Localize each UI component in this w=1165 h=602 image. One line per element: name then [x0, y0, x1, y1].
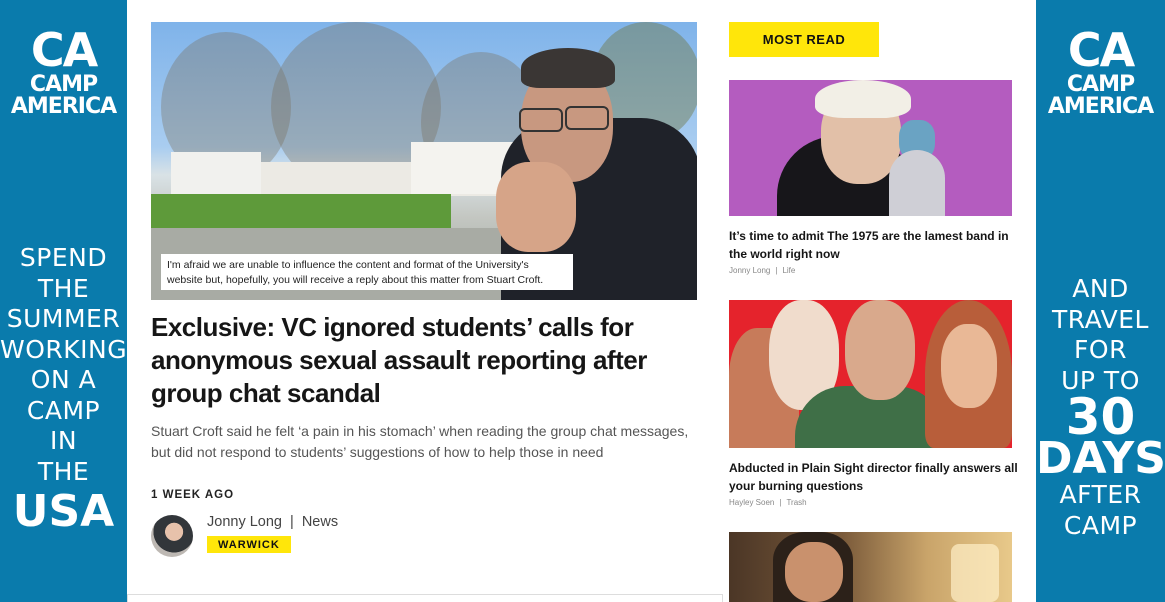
byline-separator: | — [290, 514, 294, 530]
left-advert[interactable]: CA CAMP AMERICA SPEND THE SUMMER WORKING… — [0, 0, 127, 602]
article-byline: Jonny Long | News — [207, 514, 338, 530]
most-read-section[interactable]: Life — [782, 266, 795, 275]
article-hero-image[interactable]: I'm afraid we are unable to influence th… — [151, 22, 697, 300]
most-read-title[interactable]: Abducted in Plain Sight director finally… — [729, 460, 1019, 495]
ad-line: TRAVEL — [1052, 304, 1149, 334]
ad-line: IN — [49, 426, 78, 455]
most-read-thumbnail[interactable] — [729, 80, 1012, 216]
ad-line: FOR — [1074, 335, 1127, 364]
section-name[interactable]: News — [302, 514, 338, 530]
article-standfirst: Stuart Croft said he felt ‘a pain in his… — [151, 423, 689, 460]
most-read-title[interactable]: It’s time to admit The 1975 are the lame… — [729, 228, 1019, 263]
most-read-meta: Jonny Long | Life — [729, 266, 795, 275]
divider — [127, 594, 723, 602]
left-ad-copy: SPEND THE SUMMER WORKING ON A CAMP IN TH… — [0, 243, 127, 537]
most-read-author[interactable]: Hayley Soen — [729, 498, 774, 507]
ad-line: 30 — [1065, 388, 1136, 446]
ad-line: SUMMER — [6, 304, 121, 333]
meta-separator: | — [775, 266, 778, 275]
logo-line-america: AMERICA — [1047, 94, 1154, 119]
article-tag-badge[interactable]: WARWICK — [207, 536, 291, 553]
ad-line: THE — [37, 273, 90, 303]
ad-line: SPEND — [19, 243, 108, 272]
ad-line: THE — [37, 456, 90, 486]
most-read-section[interactable]: Trash — [786, 498, 806, 507]
most-read-thumbnail[interactable] — [729, 300, 1012, 448]
ad-line: ON A — [30, 365, 97, 394]
camp-america-logo: CA CAMP AMERICA — [1036, 26, 1165, 118]
ad-line: CAMP — [1063, 510, 1138, 540]
logo-line-camp: CAMP — [29, 72, 98, 97]
ad-line: USA — [12, 486, 115, 537]
right-ad-copy: AND TRAVEL FOR UP TO 30 DAYS AFTER CAMP — [1036, 274, 1165, 541]
logo-mark: CA — [1067, 23, 1135, 77]
ad-line: AFTER — [1059, 480, 1142, 509]
meta-separator: | — [779, 498, 782, 507]
author-avatar[interactable] — [151, 515, 193, 557]
article-timestamp: 1 WEEK AGO — [151, 489, 235, 501]
most-read-meta: Hayley Soen | Trash — [729, 498, 807, 507]
article-headline[interactable]: Exclusive: VC ignored students’ calls fo… — [151, 311, 691, 410]
camp-america-logo: CA CAMP AMERICA — [0, 26, 127, 118]
logo-line-camp: CAMP — [1066, 72, 1135, 97]
ad-line: DAYS — [1036, 433, 1165, 484]
ad-line: WORKING — [0, 334, 127, 364]
ad-line: AND — [1072, 274, 1129, 303]
logo-line-america: AMERICA — [10, 94, 117, 119]
author-name[interactable]: Jonny Long — [207, 514, 282, 530]
ad-line: CAMP — [26, 395, 101, 425]
right-advert[interactable]: CA CAMP AMERICA AND TRAVEL FOR UP TO 30 … — [1036, 0, 1165, 602]
image-caption: I'm afraid we are unable to influence th… — [161, 254, 573, 290]
logo-mark: CA — [30, 23, 98, 77]
most-read-thumbnail[interactable] — [729, 532, 1012, 602]
most-read-author[interactable]: Jonny Long — [729, 266, 770, 275]
most-read-heading: MOST READ — [729, 22, 879, 57]
